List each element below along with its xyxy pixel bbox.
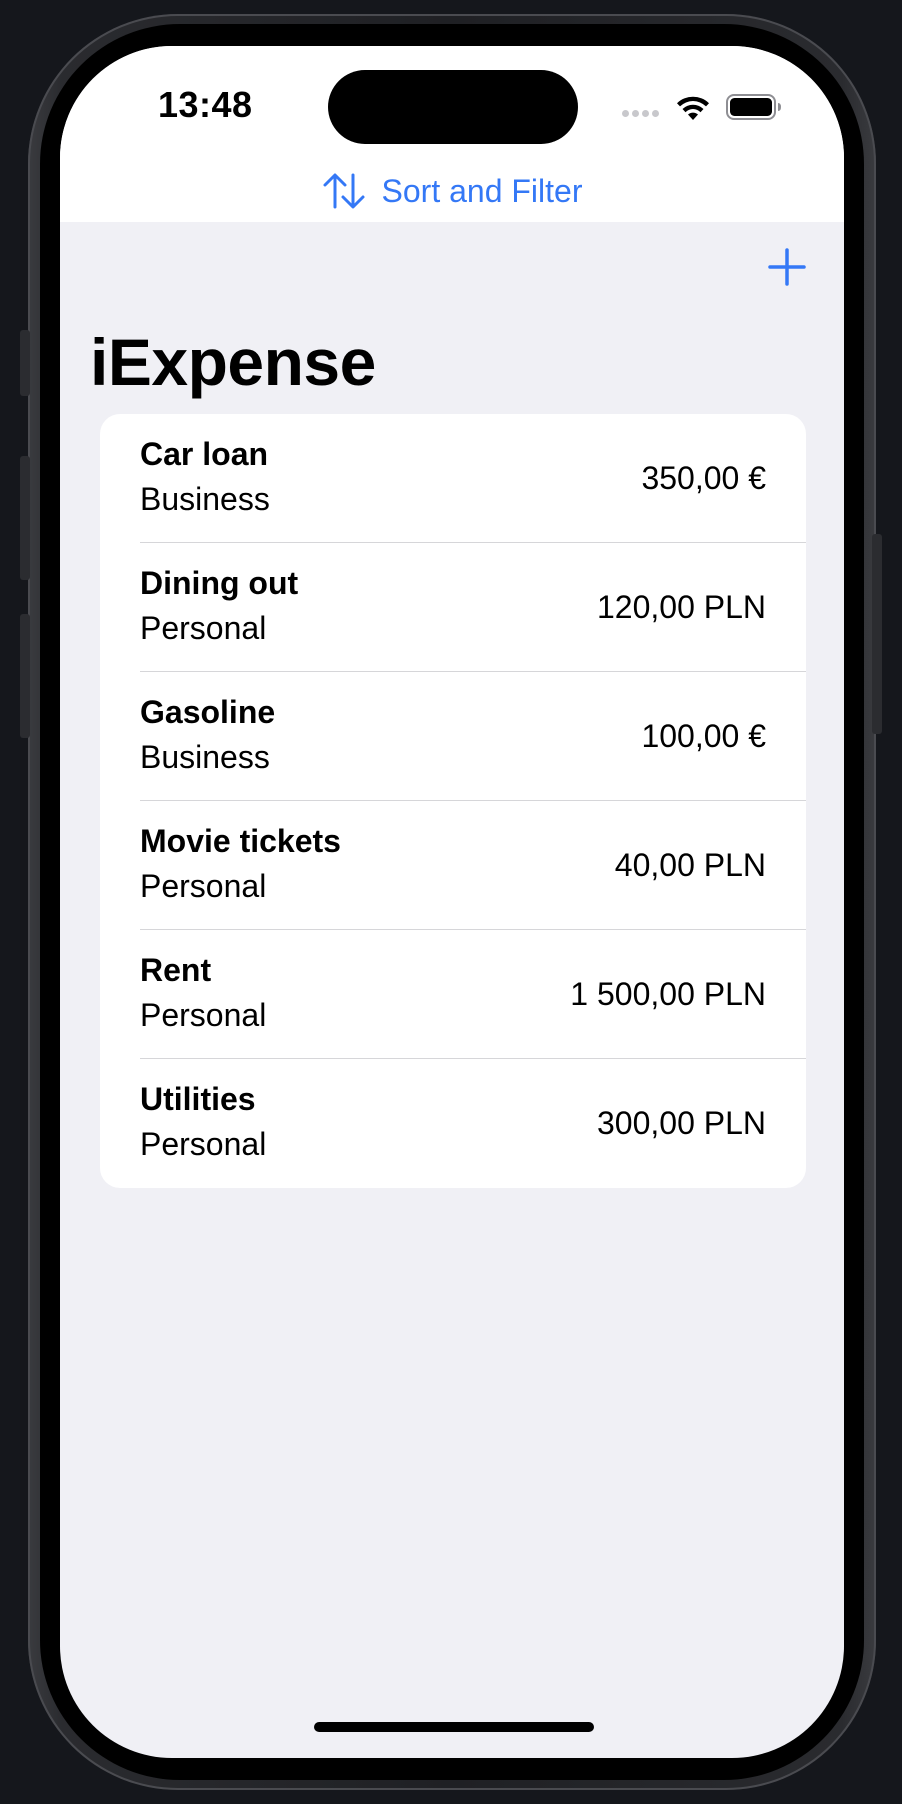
- status-time: 13:48: [158, 84, 253, 125]
- expense-row[interactable]: Movie tickets Personal 40,00 PLN: [100, 801, 806, 930]
- expense-name: Utilities: [140, 1081, 256, 1117]
- wifi-icon: [677, 96, 709, 120]
- arrow-up-arrow-down-icon: [323, 173, 365, 209]
- expense-row[interactable]: Gasoline Business 100,00 €: [100, 672, 806, 801]
- expense-amount: 300,00 PLN: [596, 1105, 766, 1141]
- expense-name: Car loan: [140, 436, 269, 472]
- expense-name: Movie tickets: [140, 823, 341, 859]
- expense-row[interactable]: Utilities Personal 300,00 PLN: [100, 1059, 806, 1188]
- expense-type: Personal: [140, 997, 267, 1033]
- expense-name: Dining out: [140, 565, 299, 601]
- expense-type: Personal: [140, 868, 267, 904]
- expense-amount: 100,00 €: [641, 718, 766, 754]
- app-screen: 13:48 Sort and Filter iExpense Car loan …: [60, 46, 844, 1758]
- navigation-bar: 13:48 Sort and Filter: [60, 46, 844, 222]
- page-title: iExpense: [90, 325, 376, 399]
- plus-icon: [768, 248, 806, 286]
- expense-name: Gasoline: [140, 694, 276, 730]
- expense-type: Business: [140, 739, 270, 775]
- volume-down-button: [20, 614, 30, 738]
- sort-filter-button[interactable]: Sort and Filter: [60, 166, 844, 216]
- dynamic-island: [328, 70, 578, 144]
- expense-type: Business: [140, 481, 270, 517]
- cellular-signal-icon: [622, 110, 659, 117]
- expense-row[interactable]: Rent Personal 1 500,00 PLN: [100, 930, 806, 1059]
- expense-amount: 350,00 €: [641, 460, 766, 496]
- expense-row[interactable]: Car loan Business 350,00 €: [100, 414, 806, 543]
- action-button: [20, 330, 30, 396]
- expense-amount: 40,00 PLN: [614, 847, 766, 883]
- expense-type: Personal: [140, 1126, 267, 1162]
- volume-up-button: [20, 456, 30, 580]
- battery-icon: [726, 94, 781, 120]
- power-button: [872, 534, 882, 734]
- home-indicator[interactable]: [314, 1722, 594, 1732]
- expense-type: Personal: [140, 610, 267, 646]
- add-expense-button[interactable]: [766, 246, 808, 288]
- expense-row[interactable]: Dining out Personal 120,00 PLN: [100, 543, 806, 672]
- sort-filter-label: Sort and Filter: [381, 172, 583, 209]
- expense-amount: 1 500,00 PLN: [570, 976, 766, 1012]
- expense-amount: 120,00 PLN: [596, 589, 766, 625]
- expense-name: Rent: [140, 952, 212, 988]
- expense-list: Car loan Business 350,00 € Dining out Pe…: [100, 414, 806, 1188]
